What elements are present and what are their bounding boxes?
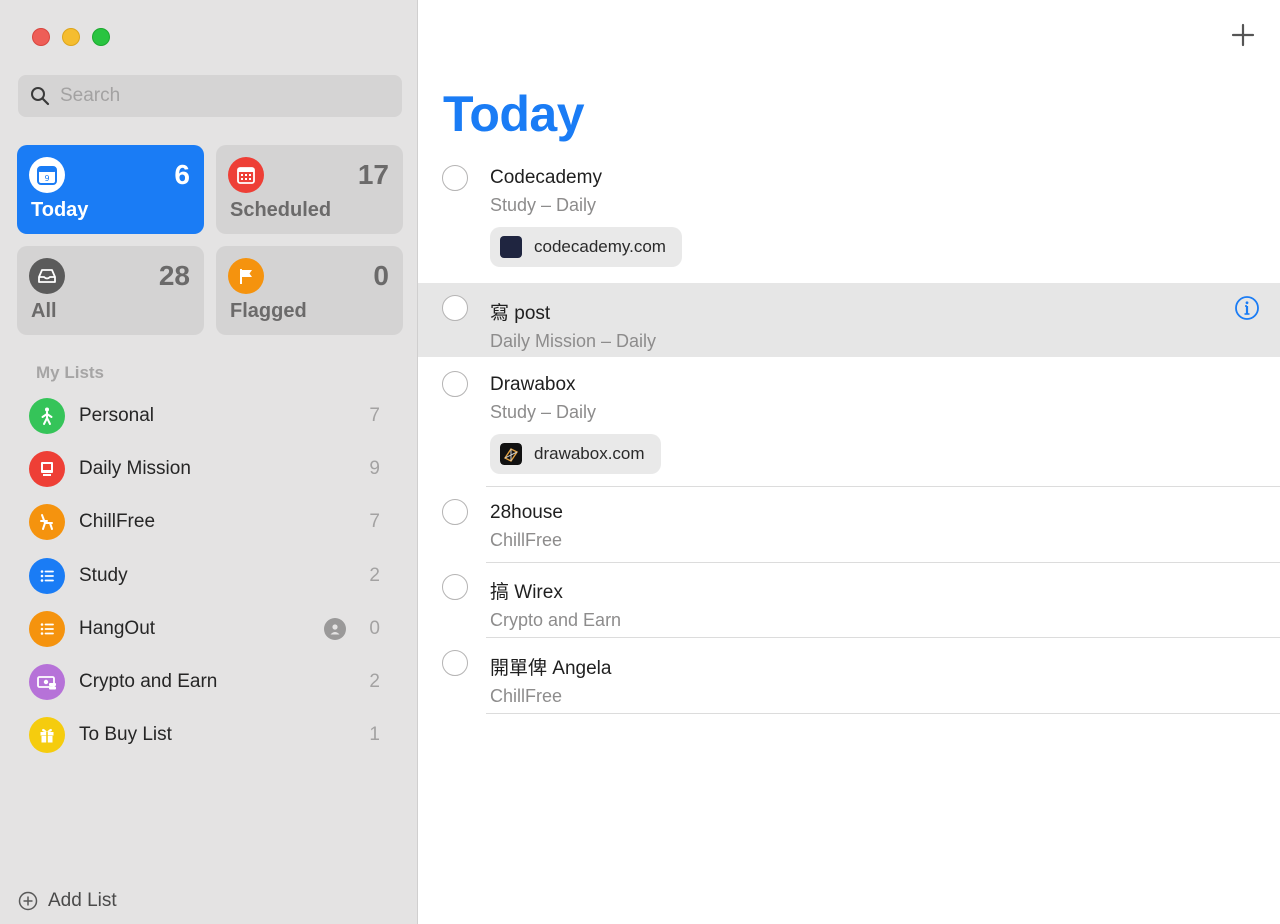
complete-checkbox[interactable] — [442, 295, 468, 321]
smart-list-count: 28 — [158, 260, 190, 291]
complete-checkbox[interactable] — [442, 165, 468, 191]
reminder-subtitle: ChillFree — [490, 686, 563, 706]
smart-list-today[interactable]: 9 6 Today — [17, 145, 204, 234]
maximize-window-button[interactable] — [92, 28, 110, 46]
reminder-row[interactable]: 寫 post Daily Mission – Daily — [418, 283, 1280, 357]
flag-icon — [228, 258, 264, 294]
person-walking-icon — [29, 397, 65, 434]
search-field[interactable] — [18, 75, 402, 117]
reminder-list: Codecademy Study – Daily codecademy.com … — [418, 150, 1280, 714]
list-count: 2 — [369, 671, 380, 693]
sidebar-item-personal[interactable]: Personal 7 — [28, 389, 388, 442]
smart-list-label: Flagged — [230, 300, 307, 322]
list-name: Daily Mission — [79, 457, 191, 479]
url-attachment[interactable]: codecademy.com — [490, 227, 682, 267]
reminder-title[interactable]: 寫 post — [490, 298, 1280, 325]
my-lists: Personal 7 Daily Mission 9 ChillFree 7 S… — [28, 389, 388, 762]
minimize-window-button[interactable] — [62, 28, 80, 46]
reminder-subtitle: Daily Mission – Daily — [490, 331, 657, 351]
smart-list-count: 17 — [357, 159, 389, 190]
sidebar-item-daily-mission[interactable]: Daily Mission 9 — [28, 442, 388, 495]
list-name: ChillFree — [79, 511, 156, 533]
codecademy-favicon-icon — [500, 236, 522, 258]
svg-text:9: 9 — [44, 174, 49, 183]
page-title: Today — [443, 86, 585, 142]
list-count: 2 — [369, 564, 380, 586]
row-divider — [486, 713, 1280, 714]
chair-icon — [29, 504, 65, 541]
list-count: 0 — [369, 617, 380, 639]
calendar-today-icon: 9 — [29, 157, 65, 193]
sidebar-item-hangout[interactable]: HangOut 0 — [28, 602, 388, 655]
reminder-subtitle: Study – Daily — [490, 402, 597, 422]
sidebar: 9 6 Today 17 — [0, 0, 418, 924]
drawabox-favicon-icon — [500, 443, 522, 465]
list-name: Personal — [79, 404, 154, 426]
list-bullet-icon — [29, 557, 65, 594]
reminder-row[interactable]: 開單俾 Angela ChillFree — [418, 638, 1280, 714]
smart-list-count: 0 — [373, 260, 389, 291]
list-name: HangOut — [79, 617, 156, 639]
shared-person-icon — [324, 617, 346, 640]
list-count: 7 — [369, 511, 380, 533]
smart-lists: 9 6 Today 17 Scheduled 28 All 0 Flagged — [17, 145, 403, 335]
search-input[interactable] — [60, 85, 380, 107]
window-controls — [32, 28, 110, 46]
money-icon — [29, 664, 65, 701]
reminder-subtitle: Study – Daily — [490, 195, 597, 215]
reminder-row[interactable]: 28house ChillFree — [418, 487, 1280, 563]
smart-list-all[interactable]: 28 All — [17, 246, 204, 335]
smart-list-label: All — [31, 300, 57, 322]
reminder-title[interactable]: Codecademy — [490, 167, 1280, 189]
url-label: codecademy.com — [534, 237, 666, 256]
list-name: Study — [79, 564, 128, 586]
my-lists-heading: My Lists — [36, 363, 105, 382]
calendar-grid-icon — [228, 157, 264, 193]
list-name: To Buy List — [79, 724, 172, 746]
list-bullet-icon — [29, 610, 65, 647]
smart-list-count: 6 — [174, 159, 190, 190]
tray-icon — [29, 258, 65, 294]
url-label: drawabox.com — [534, 444, 645, 463]
smart-list-label: Scheduled — [230, 199, 332, 221]
list-name: Crypto and Earn — [79, 671, 218, 693]
gift-icon — [29, 717, 65, 754]
reminder-title[interactable]: 搞 Wirex — [490, 577, 1280, 604]
new-reminder-plus-icon[interactable] — [1230, 22, 1256, 48]
complete-checkbox[interactable] — [442, 574, 468, 600]
sidebar-item-crypto-and-earn[interactable]: Crypto and Earn 2 — [28, 655, 388, 708]
complete-checkbox[interactable] — [442, 371, 468, 397]
reminder-subtitle: ChillFree — [490, 530, 563, 550]
list-count: 7 — [369, 404, 380, 426]
reminder-title[interactable]: 28house — [490, 502, 1280, 524]
reminder-title[interactable]: 開單俾 Angela — [490, 653, 1280, 680]
list-count: 1 — [369, 724, 380, 746]
add-list-button[interactable]: Add List — [18, 890, 117, 912]
plus-circle-icon — [18, 891, 38, 911]
complete-checkbox[interactable] — [442, 499, 468, 525]
search-icon — [31, 87, 50, 106]
reminder-row[interactable]: Drawabox Study – Daily drawabox.com — [418, 357, 1280, 487]
reminder-row[interactable]: 搞 Wirex Crypto and Earn — [418, 563, 1280, 638]
reminder-subtitle: Crypto and Earn — [490, 610, 622, 630]
smart-list-flagged[interactable]: 0 Flagged — [216, 246, 403, 335]
smart-list-label: Today — [31, 199, 89, 221]
complete-checkbox[interactable] — [442, 650, 468, 676]
sidebar-item-to-buy-list[interactable]: To Buy List 1 — [28, 709, 388, 762]
url-attachment[interactable]: drawabox.com — [490, 434, 661, 474]
info-icon[interactable] — [1234, 295, 1260, 321]
smart-list-scheduled[interactable]: 17 Scheduled — [216, 145, 403, 234]
sidebar-item-chillfree[interactable]: ChillFree 7 — [28, 496, 388, 549]
reminders-window: 9 6 Today 17 — [0, 0, 1280, 924]
main-pane: Today Codecademy Study – Daily codecadem… — [418, 0, 1280, 924]
list-count: 9 — [369, 457, 380, 479]
reminder-row[interactable]: Codecademy Study – Daily codecademy.com — [418, 150, 1280, 283]
monitor-icon — [29, 450, 65, 487]
reminder-title[interactable]: Drawabox — [490, 374, 1280, 396]
add-list-label: Add List — [48, 890, 117, 911]
sidebar-item-study[interactable]: Study 2 — [28, 549, 388, 602]
close-window-button[interactable] — [32, 28, 50, 46]
